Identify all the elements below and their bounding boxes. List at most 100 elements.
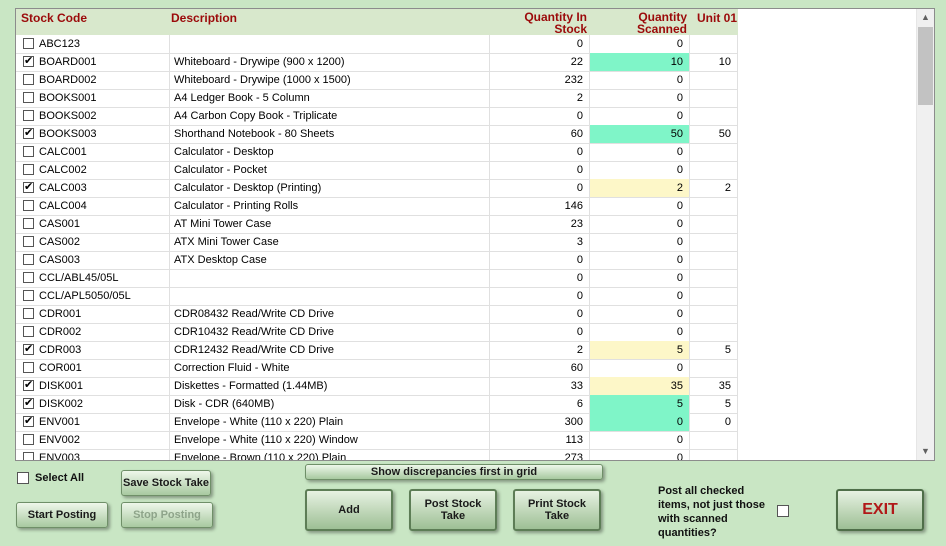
row-checkbox[interactable] (23, 92, 34, 103)
row-checkbox-cell[interactable] (16, 143, 36, 161)
row-checkbox[interactable]: ✔ (23, 379, 34, 391)
start-posting-button[interactable]: Start Posting (16, 502, 108, 528)
row-checkbox[interactable] (23, 146, 34, 157)
table-row[interactable]: CDR002 CDR10432 Read/Write CD Drive 0 0 (16, 323, 738, 342)
row-checkbox-cell[interactable] (16, 215, 36, 233)
row-checkbox[interactable] (23, 434, 34, 445)
unit-cell[interactable] (689, 35, 738, 53)
row-checkbox[interactable] (23, 164, 34, 175)
unit-cell[interactable] (689, 233, 738, 251)
unit-cell[interactable] (689, 269, 738, 287)
row-checkbox-cell[interactable] (16, 449, 36, 460)
row-checkbox[interactable] (23, 326, 34, 337)
table-row[interactable]: BOARD002 Whiteboard - Drywipe (1000 x 150… (16, 71, 738, 90)
qty-scanned-cell[interactable]: 0 (589, 89, 689, 107)
row-checkbox[interactable] (23, 236, 34, 247)
unit-cell[interactable]: 50 (689, 125, 738, 143)
row-checkbox-cell[interactable]: ✔ (16, 395, 36, 413)
row-checkbox-cell[interactable]: ✔ (16, 179, 36, 197)
table-row[interactable]: ✔ BOOKS003 Shorthand Notebook - 80 Sheets 6… (16, 125, 738, 144)
table-row[interactable]: ✔ CALC003 Calculator - Desktop (Printing) 0… (16, 179, 738, 198)
qty-scanned-cell[interactable]: 0 (589, 71, 689, 89)
unit-cell[interactable] (689, 215, 738, 233)
qty-scanned-cell[interactable]: 0 (589, 251, 689, 269)
row-checkbox-cell[interactable] (16, 323, 36, 341)
table-row[interactable]: ✔ CDR003 CDR12432 Read/Write CD Drive 2 5 5 (16, 341, 738, 360)
header-unit[interactable]: Unit 01 (697, 12, 737, 24)
table-row[interactable]: CALC002 Calculator - Pocket 0 0 (16, 161, 738, 180)
row-checkbox-cell[interactable] (16, 431, 36, 449)
show-discrepancies-button[interactable]: Show discrepancies first in grid (305, 464, 603, 480)
exit-button[interactable]: EXIT (836, 489, 924, 531)
qty-scanned-cell[interactable]: 2 (589, 179, 689, 197)
header-stock-code[interactable]: Stock Code (21, 12, 87, 24)
unit-cell[interactable] (689, 449, 738, 460)
unit-cell[interactable]: 5 (689, 395, 738, 413)
row-checkbox[interactable] (23, 200, 34, 211)
row-checkbox[interactable]: ✔ (23, 415, 34, 427)
qty-scanned-cell[interactable]: 0 (589, 359, 689, 377)
qty-scanned-cell[interactable]: 0 (589, 287, 689, 305)
row-checkbox[interactable] (23, 290, 34, 301)
save-stock-take-button[interactable]: Save Stock Take (121, 470, 211, 496)
table-row[interactable]: ABC123 0 0 (16, 35, 738, 54)
qty-scanned-cell[interactable]: 0 (589, 413, 689, 431)
unit-cell[interactable] (689, 431, 738, 449)
qty-scanned-cell[interactable]: 0 (589, 107, 689, 125)
unit-cell[interactable] (689, 323, 738, 341)
qty-scanned-cell[interactable]: 0 (589, 35, 689, 53)
scroll-up-icon[interactable]: ▲ (917, 9, 934, 26)
row-checkbox[interactable]: ✔ (23, 55, 34, 67)
row-checkbox[interactable] (23, 218, 34, 229)
select-all-checkbox[interactable] (17, 472, 29, 484)
row-checkbox[interactable] (23, 308, 34, 319)
row-checkbox[interactable] (23, 254, 34, 265)
unit-cell[interactable]: 10 (689, 53, 738, 71)
scroll-down-icon[interactable]: ▼ (917, 443, 934, 460)
row-checkbox-cell[interactable] (16, 107, 36, 125)
qty-scanned-cell[interactable]: 35 (589, 377, 689, 395)
table-row[interactable]: COR001 Correction Fluid - White 60 0 (16, 359, 738, 378)
unit-cell[interactable]: 2 (689, 179, 738, 197)
unit-cell[interactable] (689, 251, 738, 269)
unit-cell[interactable] (689, 89, 738, 107)
row-checkbox-cell[interactable]: ✔ (16, 125, 36, 143)
row-checkbox-cell[interactable] (16, 71, 36, 89)
qty-scanned-cell[interactable]: 0 (589, 323, 689, 341)
table-row[interactable]: ✔ ENV001 Envelope - White (110 x 220) Plai… (16, 413, 738, 432)
unit-cell[interactable] (689, 287, 738, 305)
qty-scanned-cell[interactable]: 0 (589, 197, 689, 215)
unit-cell[interactable] (689, 143, 738, 161)
table-row[interactable]: ENV002 Envelope - White (110 x 220) Windo… (16, 431, 738, 450)
row-checkbox-cell[interactable]: ✔ (16, 377, 36, 395)
stop-posting-button[interactable]: Stop Posting (121, 502, 213, 528)
post-all-checked-checkbox[interactable] (777, 505, 789, 517)
qty-scanned-cell[interactable]: 0 (589, 161, 689, 179)
table-row[interactable]: CAS002 ATX Mini Tower Case 3 0 (16, 233, 738, 252)
table-row[interactable]: CAS001 AT Mini Tower Case 23 0 (16, 215, 738, 234)
qty-scanned-cell[interactable]: 0 (589, 305, 689, 323)
row-checkbox[interactable] (23, 452, 34, 460)
unit-cell[interactable] (689, 107, 738, 125)
row-checkbox[interactable]: ✔ (23, 181, 34, 193)
row-checkbox[interactable] (23, 38, 34, 49)
stock-grid[interactable]: Stock Code Description Quantity In Stock… (15, 8, 935, 461)
table-row[interactable]: BOOKS002 A4 Carbon Copy Book - Triplicate… (16, 107, 738, 126)
unit-cell[interactable] (689, 197, 738, 215)
qty-scanned-cell[interactable]: 0 (589, 233, 689, 251)
row-checkbox[interactable]: ✔ (23, 397, 34, 409)
row-checkbox[interactable] (23, 110, 34, 121)
post-stock-take-button[interactable]: Post Stock Take (409, 489, 497, 531)
row-checkbox-cell[interactable] (16, 251, 36, 269)
row-checkbox-cell[interactable]: ✔ (16, 53, 36, 71)
row-checkbox-cell[interactable] (16, 89, 36, 107)
table-row[interactable]: CDR001 CDR08432 Read/Write CD Drive 0 0 (16, 305, 738, 324)
row-checkbox[interactable]: ✔ (23, 343, 34, 355)
row-checkbox-cell[interactable] (16, 233, 36, 251)
scroll-thumb[interactable] (918, 27, 933, 105)
row-checkbox[interactable] (23, 74, 34, 85)
row-checkbox-cell[interactable] (16, 197, 36, 215)
unit-cell[interactable] (689, 359, 738, 377)
qty-scanned-cell[interactable]: 10 (589, 53, 689, 71)
qty-scanned-cell[interactable]: 5 (589, 395, 689, 413)
